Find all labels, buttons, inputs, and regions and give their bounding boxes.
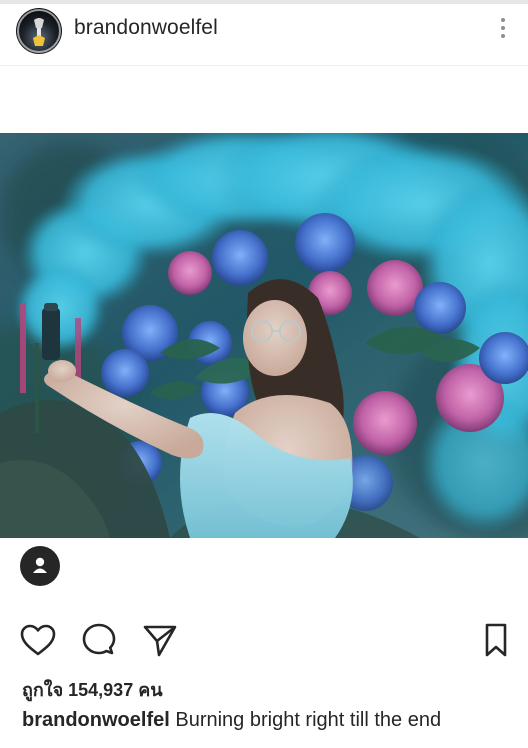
tagged-people-icon[interactable] bbox=[20, 546, 60, 586]
likes-count[interactable]: ถูกใจ 154,937 คน bbox=[22, 675, 163, 704]
comment-icon[interactable] bbox=[79, 620, 119, 660]
caption-username[interactable]: brandonwoelfel bbox=[22, 709, 170, 731]
next-line-cutoff bbox=[22, 740, 202, 748]
caption-text: Burning bright right till the end bbox=[169, 709, 442, 731]
caption: brandonwoelfel Burning bright right till… bbox=[22, 709, 522, 732]
send-icon[interactable] bbox=[140, 620, 180, 660]
post-actions bbox=[0, 620, 528, 664]
author-username[interactable]: brandonwoelfel bbox=[74, 16, 218, 40]
post-photo[interactable] bbox=[0, 133, 528, 538]
bookmark-icon[interactable] bbox=[478, 620, 514, 660]
post-photo-art bbox=[0, 133, 528, 538]
avatar-photo bbox=[16, 8, 62, 54]
person-icon bbox=[33, 557, 47, 573]
author-avatar[interactable] bbox=[16, 8, 62, 54]
post-header: brandonwoelfel bbox=[0, 4, 528, 66]
more-options-icon[interactable] bbox=[492, 14, 514, 42]
heart-icon[interactable] bbox=[18, 620, 58, 660]
